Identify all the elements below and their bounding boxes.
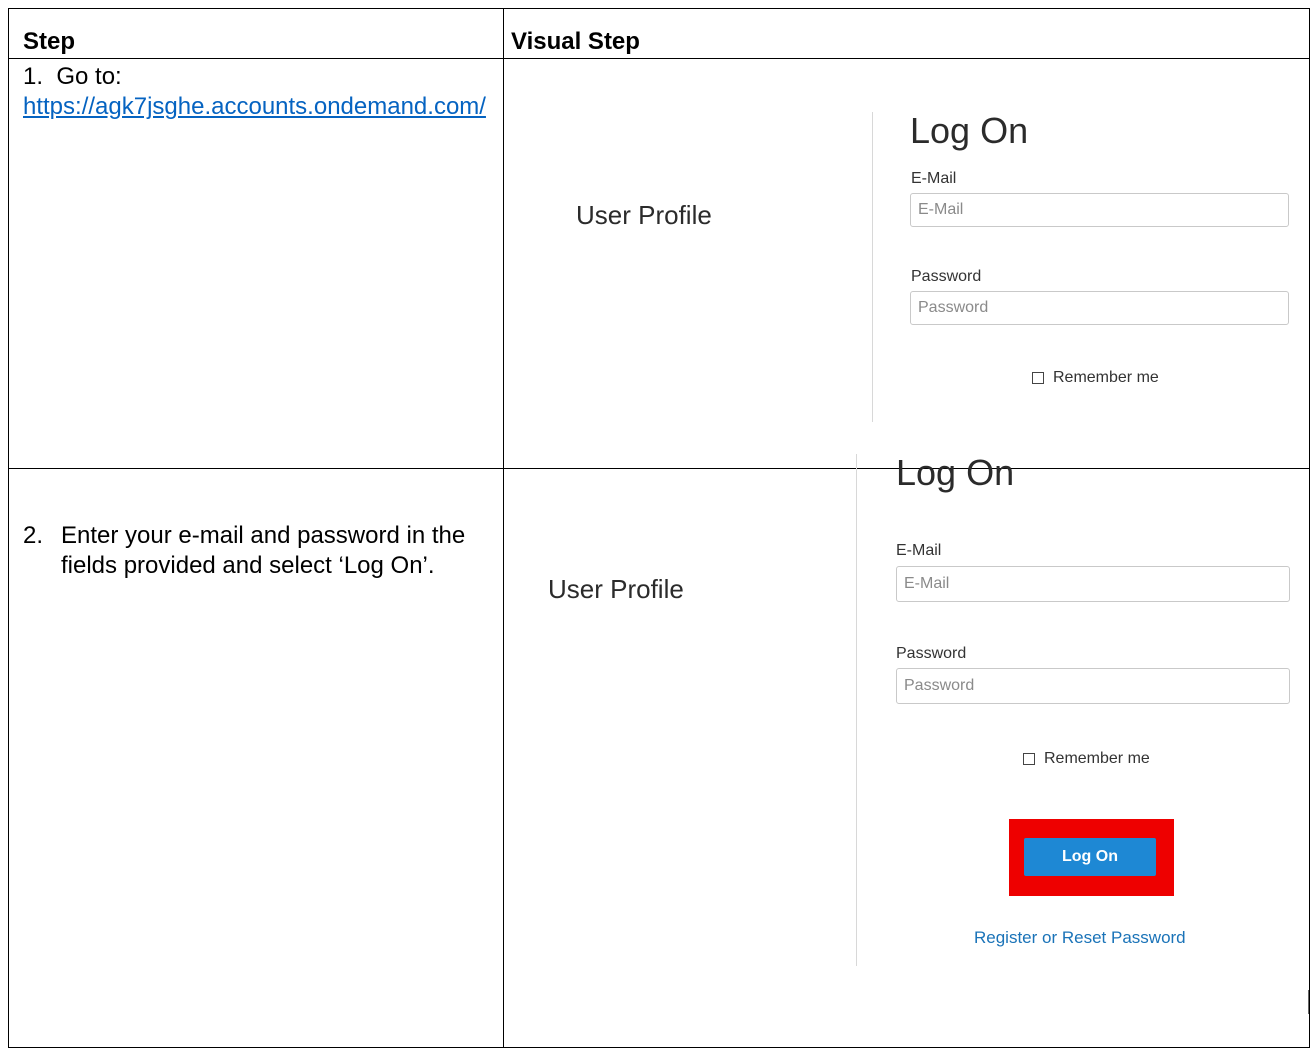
remember-me-checkbox[interactable] xyxy=(1023,753,1035,765)
step-2-instruction: Enter your e-mail and password in the fi… xyxy=(61,522,466,579)
step-1-number: 1. xyxy=(23,63,44,90)
email-label: E-Mail xyxy=(911,170,957,187)
remember-me[interactable]: Remember me xyxy=(1023,750,1150,768)
panel-divider xyxy=(872,112,873,422)
remember-me-label: Remember me xyxy=(1053,369,1159,386)
register-reset-link[interactable]: Register or Reset Password xyxy=(974,928,1186,948)
user-profile-label: User Profile xyxy=(548,574,684,604)
step-1-text: 1. Go to: https://agk7jsghe.accounts.ond… xyxy=(23,62,495,122)
panel-divider xyxy=(856,454,857,966)
remember-me[interactable]: Remember me xyxy=(1032,369,1159,387)
remember-me-checkbox[interactable] xyxy=(1032,372,1044,384)
step-2-text: 2. Enter your e-mail and password in the… xyxy=(23,521,493,581)
password-field[interactable]: Password xyxy=(910,291,1289,325)
header-row-divider xyxy=(9,58,1309,59)
password-label: Password xyxy=(896,645,967,662)
email-label: E-Mail xyxy=(896,542,942,559)
remember-me-label: Remember me xyxy=(1044,750,1150,767)
header-visual-step: Visual Step xyxy=(511,28,640,55)
step-1-link[interactable]: https://agk7jsghe.accounts.ondemand.com/ xyxy=(23,93,486,120)
step-1-instruction: Go to: xyxy=(56,63,122,90)
email-field[interactable]: E-Mail xyxy=(910,193,1289,227)
login-title: Log On xyxy=(910,110,1029,151)
column-divider xyxy=(503,9,504,1047)
password-field[interactable]: Password xyxy=(896,668,1290,704)
log-on-button[interactable]: Log On xyxy=(1024,838,1156,876)
edge-mark xyxy=(1308,990,1309,1014)
email-field[interactable]: E-Mail xyxy=(896,566,1290,602)
password-label: Password xyxy=(911,268,982,285)
login-title: Log On xyxy=(896,452,1015,493)
user-profile-label: User Profile xyxy=(576,200,712,230)
header-step: Step xyxy=(23,28,76,55)
row-divider xyxy=(9,468,1309,469)
step-2-number: 2. xyxy=(23,522,44,549)
